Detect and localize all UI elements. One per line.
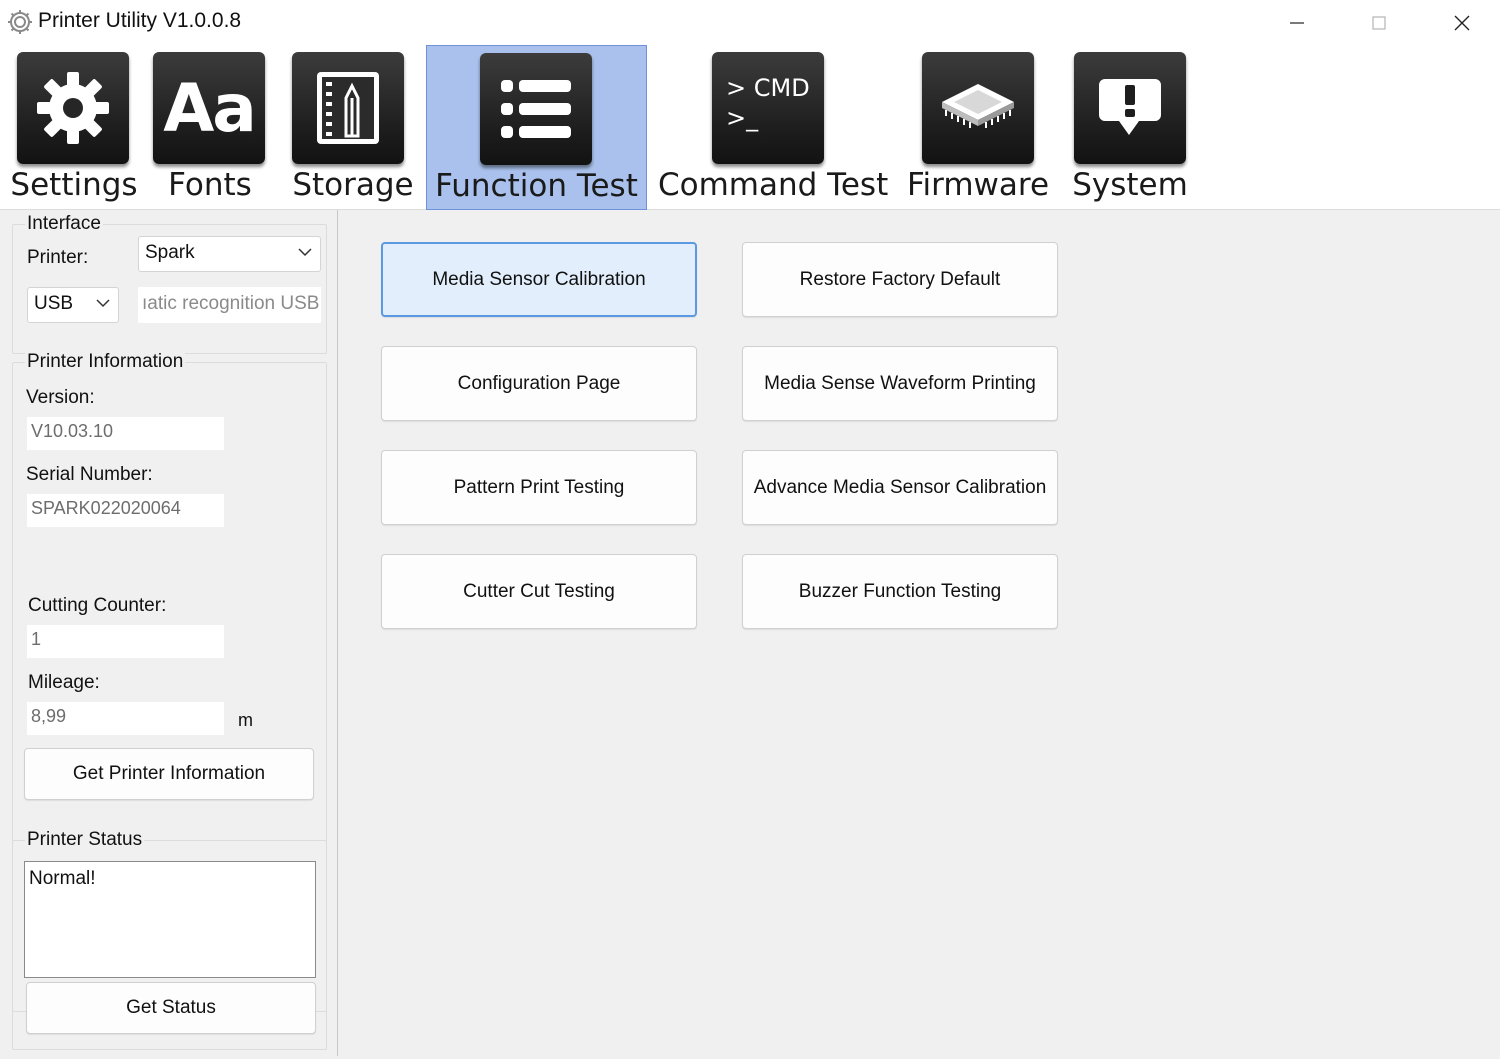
tab-fonts-label: Fonts [168,167,252,203]
pattern-print-testing-button[interactable]: Pattern Print Testing [381,450,697,525]
port-select-value: USB [34,293,74,314]
close-icon [1454,15,1470,30]
tab-fonts[interactable]: Aa Fonts [146,45,274,210]
cutting-counter-label: Cutting Counter: [28,595,167,616]
tab-storage[interactable]: Storage [286,45,420,210]
gear-icon [17,52,129,164]
media-sensor-calibration-button[interactable]: Media Sensor Calibration [381,242,697,317]
printer-label: Printer: [27,247,89,268]
port-select[interactable]: USB [27,287,119,323]
serial-field[interactable]: SPARK022020064 [27,494,224,527]
chevron-down-icon [298,248,312,257]
restore-factory-default-button[interactable]: Restore Factory Default [742,242,1058,317]
cutter-cut-testing-button[interactable]: Cutter Cut Testing [381,554,697,629]
tab-firmware-label: Firmware [906,167,1050,203]
get-status-button[interactable]: Get Status [26,982,316,1034]
get-printer-info-button[interactable]: Get Printer Information [24,748,314,800]
port-detail-field[interactable]: ıatic recognition USB [138,287,321,323]
minimize-button[interactable] [1255,0,1339,45]
mileage-label: Mileage: [28,672,100,693]
tab-function-test[interactable]: Function Test [426,45,647,210]
serial-label: Serial Number: [26,464,153,485]
tab-settings-label: Settings [10,167,138,203]
tab-firmware[interactable]: Firmware [905,45,1051,210]
tab-system[interactable]: System [1066,45,1194,210]
maximize-button[interactable] [1337,0,1421,45]
chevron-down-icon [96,299,110,308]
mileage-field[interactable]: 8,99 [27,702,224,735]
tab-command-test-label: Command Test [658,167,889,203]
alert-icon [1074,52,1186,164]
advance-media-sensor-calibration-button[interactable]: Advance Media Sensor Calibration [742,450,1058,525]
printer-select[interactable]: Spark [138,236,321,272]
window-title: Printer Utility V1.0.0.8 [38,9,242,32]
configuration-page-button[interactable]: Configuration Page [381,346,697,421]
left-panel: Interface Printer: Spark USB ıatic recog… [0,210,338,1056]
printer-info-group-title: Printer Information [25,351,186,373]
cmd-icon-text: > CMD [726,74,810,102]
close-button[interactable] [1420,0,1500,45]
cmd-prompt-text: >_ [726,104,759,132]
printer-select-value: Spark [145,242,195,263]
tab-function-test-label: Function Test [435,168,638,204]
media-sense-waveform-printing-button[interactable]: Media Sense Waveform Printing [742,346,1058,421]
minimize-icon [1290,21,1304,24]
mileage-unit: m [238,710,253,730]
cutting-counter-field[interactable]: 1 [27,625,224,658]
tab-storage-label: Storage [292,167,414,203]
storage-icon [292,52,404,164]
version-label: Version: [26,387,95,408]
font-aa-icon: Aa [153,52,265,164]
tab-command-test[interactable]: > CMD >_ Command Test [658,45,889,210]
cmd-icon: > CMD >_ [712,52,824,164]
chip-icon [922,52,1034,164]
buzzer-function-testing-button[interactable]: Buzzer Function Testing [742,554,1058,629]
title-bar: Printer Utility V1.0.0.8 [0,0,1500,45]
list-icon [480,53,592,165]
version-field[interactable]: V10.03.10 [27,417,224,450]
app-gear-icon [6,8,34,36]
maximize-icon [1372,15,1386,30]
tab-system-label: System [1072,167,1188,203]
status-textarea[interactable]: Normal! [24,861,316,978]
main-toolbar: Settings Aa Fonts Storage Function Test … [0,45,1500,210]
printer-status-group-title: Printer Status [25,829,145,851]
interface-group-title: Interface [25,213,103,235]
tab-settings[interactable]: Settings [10,45,138,210]
